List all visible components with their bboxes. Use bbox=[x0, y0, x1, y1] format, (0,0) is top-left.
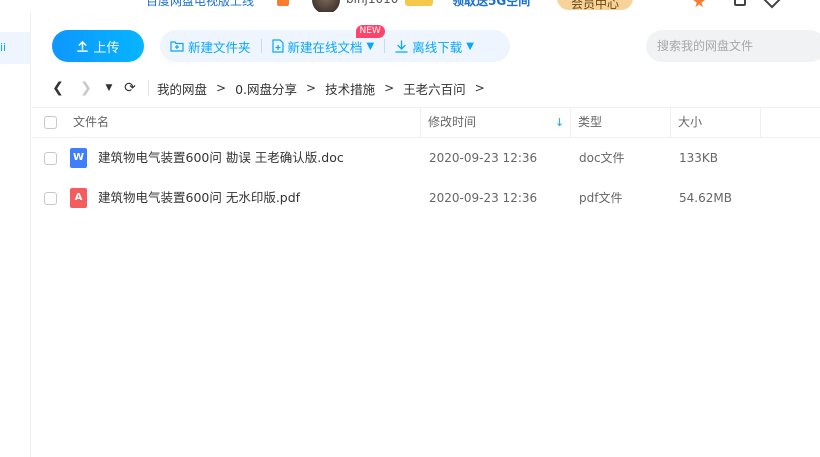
pdf-icon: A bbox=[70, 188, 87, 208]
file-modified: 2020-09-23 12:36 bbox=[429, 191, 538, 205]
file-modified: 2020-09-23 12:36 bbox=[429, 151, 538, 165]
file-table-header: 文件名 修改时间 ↓ 类型 大小 bbox=[32, 107, 820, 138]
row-checkbox[interactable] bbox=[44, 152, 57, 165]
sidebar-selected-item[interactable]: ii bbox=[0, 32, 30, 64]
breadcrumb: 我的网盘 > 0.网盘分享 > 技术措施 > 王老六百问 > bbox=[157, 79, 494, 98]
tv-promo-link[interactable]: 百度网盘电视版上线 bbox=[146, 0, 254, 9]
folder-plus-icon bbox=[170, 41, 184, 52]
offline-download-button[interactable]: 离线下载 ▼ bbox=[385, 37, 484, 56]
breadcrumb-trailing-arrow[interactable]: > bbox=[475, 81, 485, 95]
file-type: pdf文件 bbox=[579, 191, 623, 205]
download-icon bbox=[395, 39, 408, 53]
new-online-doc-label: 新建在线文档 bbox=[287, 39, 363, 55]
file-name[interactable]: 建筑物电气装置600问 勘误 王老确认版.doc bbox=[98, 138, 344, 178]
column-header-type-label: 类型 bbox=[578, 115, 603, 129]
forward-arrow-icon[interactable]: ❯ bbox=[72, 80, 100, 96]
file-name[interactable]: 建筑物电气装置600问 无水印版.pdf bbox=[98, 178, 300, 218]
breadcrumb-item[interactable]: 我的网盘 bbox=[157, 79, 207, 98]
file-size: 54.62MB bbox=[679, 191, 732, 205]
new-folder-label: 新建文件夹 bbox=[188, 39, 251, 55]
column-header-size[interactable]: 大小 bbox=[670, 108, 760, 137]
nav-divider bbox=[148, 80, 149, 96]
row-checkbox[interactable] bbox=[44, 192, 57, 205]
back-arrow-icon[interactable]: ❮ bbox=[44, 80, 72, 96]
capacity-promo-link[interactable]: 领取送5G空间 bbox=[452, 0, 530, 9]
avatar[interactable] bbox=[312, 0, 340, 12]
column-header-name[interactable]: 文件名 bbox=[73, 108, 109, 137]
file-size: 133KB bbox=[679, 151, 719, 165]
offline-download-label: 离线下载 bbox=[412, 39, 463, 55]
window-icon[interactable] bbox=[734, 0, 746, 6]
table-row[interactable]: A 建筑物电气装置600问 无水印版.pdf 2020-09-23 12:36 … bbox=[32, 178, 820, 218]
new-folder-button[interactable]: 新建文件夹 bbox=[160, 37, 261, 56]
toolbar-actions: 新建文件夹 新建在线文档 ▼ NEW 离线下载 ▼ bbox=[160, 24, 510, 62]
sort-desc-icon[interactable]: ↓ bbox=[555, 116, 564, 129]
table-row[interactable]: W 建筑物电气装置600问 勘误 王老确认版.doc 2020-09-23 12… bbox=[32, 138, 820, 178]
upload-icon bbox=[77, 40, 89, 52]
sidebar-item-label: ii bbox=[0, 41, 7, 54]
file-type: doc文件 bbox=[579, 151, 625, 165]
member-center-button[interactable]: 会员中心 bbox=[557, 0, 633, 11]
word-doc-icon: W bbox=[70, 148, 87, 168]
star-icon[interactable]: ★ bbox=[692, 0, 706, 11]
breadcrumb-item[interactable]: 技术措施 bbox=[325, 79, 375, 98]
search-input[interactable] bbox=[646, 30, 820, 62]
gift-icon[interactable] bbox=[277, 0, 289, 6]
upload-button[interactable]: 上传 bbox=[52, 30, 144, 62]
doc-plus-icon bbox=[271, 39, 284, 53]
refresh-icon[interactable]: ⟳ bbox=[118, 80, 142, 96]
navigation-bar: ❮ ❯ ▼ ⟳ 我的网盘 > 0.网盘分享 > 技术措施 > 王老六百问 > bbox=[44, 78, 494, 98]
username[interactable]: binj1010 bbox=[346, 0, 398, 6]
settings-icon[interactable] bbox=[763, 0, 781, 9]
history-dropdown-icon[interactable]: ▼ bbox=[100, 83, 118, 93]
chevron-down-icon: ▼ bbox=[366, 40, 375, 52]
vip-badge-icon[interactable] bbox=[405, 0, 433, 6]
column-header-spacer bbox=[760, 108, 820, 137]
breadcrumb-separator: > bbox=[384, 81, 395, 95]
breadcrumb-item[interactable]: 0.网盘分享 bbox=[235, 79, 297, 98]
upload-label: 上传 bbox=[93, 40, 120, 56]
left-sidebar: ii bbox=[0, 12, 31, 457]
breadcrumb-separator: > bbox=[306, 81, 317, 95]
column-header-modified-label: 修改时间 bbox=[428, 115, 477, 129]
column-header-size-label: 大小 bbox=[678, 115, 703, 129]
column-header-modified[interactable]: 修改时间 bbox=[420, 108, 570, 137]
chevron-down-icon: ▼ bbox=[466, 40, 474, 52]
column-header-type[interactable]: 类型 bbox=[570, 108, 670, 137]
new-online-doc-button[interactable]: 新建在线文档 ▼ NEW bbox=[262, 24, 385, 56]
new-badge: NEW bbox=[355, 24, 385, 38]
top-bar: 百度网盘电视版上线 binj1010 领取送5G空间 会员中心 ★ bbox=[0, 0, 820, 12]
breadcrumb-item-current[interactable]: 王老六百问 bbox=[403, 79, 466, 98]
select-all-checkbox[interactable] bbox=[44, 116, 57, 129]
breadcrumb-separator: > bbox=[216, 81, 227, 95]
